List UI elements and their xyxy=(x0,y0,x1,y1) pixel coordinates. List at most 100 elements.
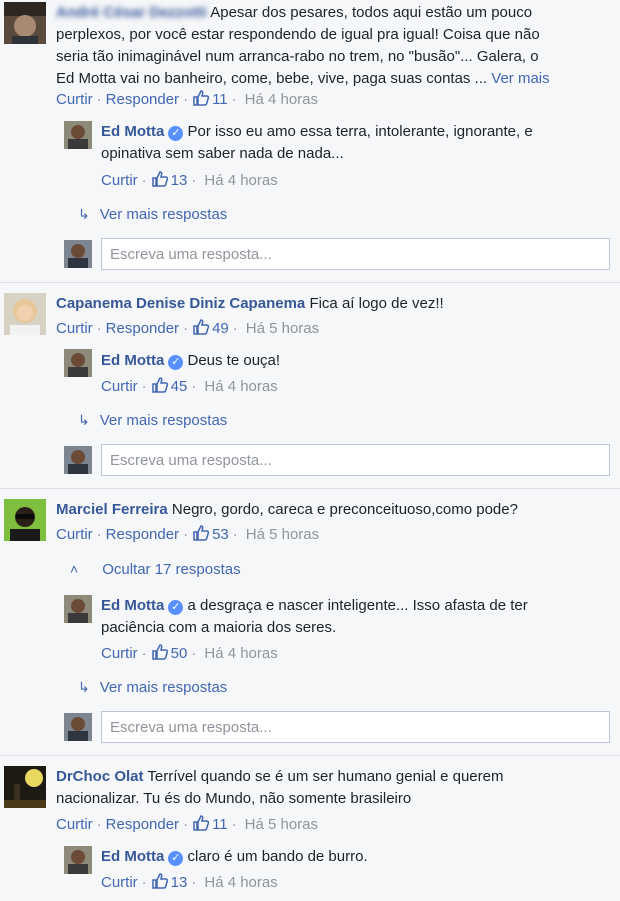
avatar-andre[interactable] xyxy=(4,2,46,44)
avatar-capanema[interactable] xyxy=(4,293,46,335)
like-button[interactable]: Curtir xyxy=(56,816,93,833)
separator-dot: · xyxy=(232,320,238,337)
reply-input[interactable]: Escreva uma resposta... xyxy=(101,238,610,270)
reply-arrow-icon: ↳ xyxy=(78,412,90,428)
reply-body: Ed Motta ✓ Por isso eu amo essa terra, in… xyxy=(101,121,611,165)
more-replies-link[interactable]: ↳ Ver mais respostas xyxy=(78,206,227,223)
avatar-ed-motta-image xyxy=(64,349,92,377)
separator-dot: · xyxy=(183,91,189,108)
like-count[interactable]: 11 xyxy=(212,91,228,108)
reply-actions: Curtir · 13 · Há 4 horas xyxy=(101,170,278,189)
separator-dot: · xyxy=(231,91,237,108)
avatar-ed-motta-image xyxy=(64,595,92,623)
like-count[interactable]: 50 xyxy=(171,645,188,662)
current-user-avatar-image xyxy=(64,446,92,474)
reply-actions: Curtir · 13 · Há 4 horas xyxy=(101,872,278,891)
reply-arrow-icon: ↳ xyxy=(78,206,90,222)
reply-button[interactable]: Responder xyxy=(106,91,179,108)
reply-timestamp[interactable]: Há 4 horas xyxy=(204,874,277,891)
comment-body: Capanema Denise Diniz Capanema Fica aí l… xyxy=(56,293,616,315)
comment-timestamp[interactable]: Há 5 horas xyxy=(246,526,319,543)
reply-text: Deus te ouça! xyxy=(187,352,281,369)
comment-author-name[interactable]: André César Dezzotti xyxy=(56,4,207,21)
comment-body: Marciel Ferreira Negro, gordo, careca e … xyxy=(56,499,616,521)
comment-text-line: perplexos, por você estar respondendo de… xyxy=(56,26,540,43)
comment-actions: Curtir · Responder · 53 · Há 5 horas xyxy=(56,524,319,543)
reply-author-name[interactable]: Ed Motta xyxy=(101,597,164,614)
comment-author-name[interactable]: DrChoc Olat xyxy=(56,768,144,785)
avatar-ed-motta[interactable] xyxy=(64,846,92,874)
like-button[interactable]: Curtir xyxy=(101,378,138,395)
comment-author-name[interactable]: Marciel Ferreira xyxy=(56,501,168,518)
like-button[interactable]: Curtir xyxy=(101,874,138,891)
reply-text-line: opinativa sem saber nada de nada... xyxy=(101,145,344,162)
reply-author-name[interactable]: Ed Motta xyxy=(101,123,164,140)
avatar-ed-motta-image xyxy=(64,121,92,149)
reply-actions: Curtir · 50 · Há 4 horas xyxy=(101,643,278,662)
avatar-drchoc-image xyxy=(4,766,46,808)
current-user-avatar-image xyxy=(64,713,92,741)
like-count[interactable]: 13 xyxy=(171,172,188,189)
comment-text-line: Apesar dos pesares, todos aqui estão um … xyxy=(210,4,533,21)
more-replies-link[interactable]: ↳ Ver mais respostas xyxy=(78,679,227,696)
like-button[interactable]: Curtir xyxy=(56,526,93,543)
see-more-link[interactable]: Ver mais xyxy=(491,70,549,87)
reply-timestamp[interactable]: Há 4 horas xyxy=(204,172,277,189)
reply-input-placeholder: Escreva uma resposta... xyxy=(110,452,272,469)
like-button[interactable]: Curtir xyxy=(56,91,93,108)
reply-timestamp[interactable]: Há 4 horas xyxy=(204,378,277,395)
comment-author-name[interactable]: Capanema Denise Diniz Capanema xyxy=(56,295,305,312)
avatar-andre-image xyxy=(4,2,46,44)
reply-body: Ed Motta ✓ a desgraça e nascer inteligent… xyxy=(101,595,611,639)
comment-timestamp[interactable]: Há 5 horas xyxy=(246,320,319,337)
reply-timestamp[interactable]: Há 4 horas xyxy=(204,645,277,662)
more-replies-link[interactable]: ↳ Ver mais respostas xyxy=(78,412,227,429)
separator-dot: · xyxy=(191,874,197,891)
avatar-marciel-image xyxy=(4,499,46,541)
like-button[interactable]: Curtir xyxy=(56,320,93,337)
thumbs-up-icon xyxy=(193,525,210,541)
separator-dot: · xyxy=(141,378,147,395)
hide-replies-link[interactable]: ˄ Ocultar 17 respostas xyxy=(70,561,241,578)
thread-divider xyxy=(0,488,620,489)
thumbs-up-icon xyxy=(151,171,168,187)
avatar-drchoc[interactable] xyxy=(4,766,46,808)
separator-dot: · xyxy=(191,378,197,395)
reply-button[interactable]: Responder xyxy=(106,320,179,337)
thread-divider xyxy=(0,755,620,756)
avatar-ed-motta[interactable] xyxy=(64,595,92,623)
reply-text-line: paciência com a maioria dos seres. xyxy=(101,619,337,636)
avatar-marciel[interactable] xyxy=(4,499,46,541)
thumbs-up-icon xyxy=(193,815,210,831)
reply-author-name[interactable]: Ed Motta xyxy=(101,848,164,865)
hide-replies-label: Ocultar 17 respostas xyxy=(102,561,241,578)
reply-input-placeholder: Escreva uma resposta... xyxy=(110,719,272,736)
avatar-capanema-image xyxy=(4,293,46,335)
comment-timestamp[interactable]: Há 5 horas xyxy=(245,816,318,833)
like-count[interactable]: 45 xyxy=(171,378,188,395)
avatar-ed-motta-image xyxy=(64,846,92,874)
current-user-avatar xyxy=(64,446,92,474)
reply-button[interactable]: Responder xyxy=(106,816,179,833)
reply-input-placeholder: Escreva uma resposta... xyxy=(110,246,272,263)
comment-actions: Curtir · Responder · 11 · Há 5 horas xyxy=(56,814,318,833)
like-count[interactable]: 11 xyxy=(212,816,228,833)
reply-button[interactable]: Responder xyxy=(106,526,179,543)
more-replies-label: Ver mais respostas xyxy=(99,679,228,696)
thumbs-up-icon xyxy=(151,873,168,889)
reply-author-name[interactable]: Ed Motta xyxy=(101,352,164,369)
separator-dot: · xyxy=(232,526,238,543)
like-button[interactable]: Curtir xyxy=(101,645,138,662)
reply-input[interactable]: Escreva uma resposta... xyxy=(101,444,610,476)
separator-dot: · xyxy=(183,526,189,543)
like-count[interactable]: 49 xyxy=(212,320,229,337)
like-count[interactable]: 53 xyxy=(212,526,229,543)
avatar-ed-motta[interactable] xyxy=(64,121,92,149)
avatar-ed-motta[interactable] xyxy=(64,349,92,377)
reply-input[interactable]: Escreva uma resposta... xyxy=(101,711,610,743)
reply-text-line: Por isso eu amo essa terra, intolerante,… xyxy=(187,123,533,140)
like-count[interactable]: 13 xyxy=(171,874,188,891)
thumbs-up-icon xyxy=(193,90,210,106)
comment-timestamp[interactable]: Há 4 horas xyxy=(245,91,318,108)
like-button[interactable]: Curtir xyxy=(101,172,138,189)
